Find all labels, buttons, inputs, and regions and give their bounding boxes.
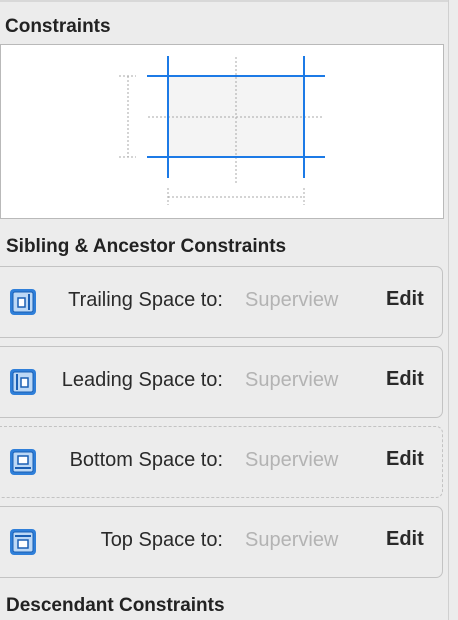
edit-button[interactable]: Edit bbox=[386, 448, 424, 471]
top-divider bbox=[0, 0, 448, 2]
constraint-target: Superview bbox=[245, 369, 339, 391]
trailing-space-icon bbox=[10, 289, 36, 315]
constraint-preview-canvas bbox=[0, 44, 444, 219]
descendant-constraints-title: Descendant Constraints bbox=[6, 595, 225, 616]
constraint-row-leading[interactable]: Leading Space to: Superview Edit bbox=[0, 346, 443, 418]
top-space-icon bbox=[10, 529, 36, 555]
constraint-label: Bottom Space to: bbox=[69, 449, 223, 471]
bottom-space-icon bbox=[10, 449, 36, 475]
constraint-row-trailing[interactable]: Trailing Space to: Superview Edit bbox=[0, 266, 443, 338]
constraint-diagram bbox=[119, 56, 325, 205]
leading-space-icon bbox=[10, 369, 36, 395]
sibling-ancestor-title: Sibling & Ancestor Constraints bbox=[6, 236, 287, 257]
edit-button[interactable]: Edit bbox=[386, 368, 424, 391]
constraint-target: Superview bbox=[245, 529, 339, 551]
constraint-label: Top Space to: bbox=[100, 529, 223, 551]
edit-button[interactable]: Edit bbox=[386, 288, 424, 311]
constraint-row-bottom[interactable]: Bottom Space to: Superview Edit bbox=[0, 426, 443, 498]
constraint-label: Trailing Space to: bbox=[68, 289, 223, 311]
edit-button[interactable]: Edit bbox=[386, 528, 424, 551]
right-divider bbox=[448, 0, 449, 620]
constraint-row-top[interactable]: Top Space to: Superview Edit bbox=[0, 506, 443, 578]
constraint-label: Leading Space to: bbox=[61, 369, 223, 391]
constraints-title: Constraints bbox=[5, 16, 111, 37]
constraint-target: Superview bbox=[245, 289, 339, 311]
constraint-target: Superview bbox=[245, 449, 339, 471]
